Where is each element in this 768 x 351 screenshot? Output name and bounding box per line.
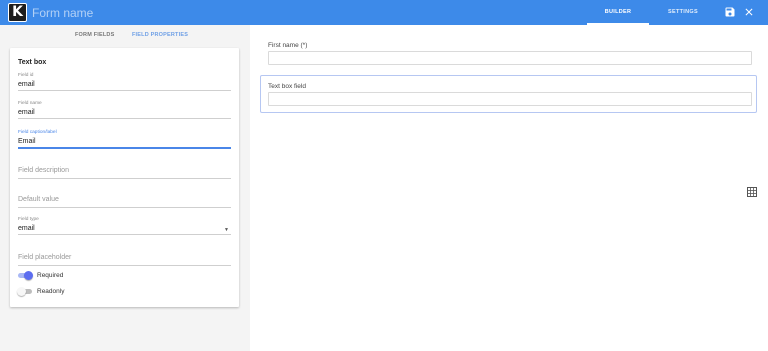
tab-field-properties[interactable]: FIELD PROPERTIES bbox=[132, 32, 188, 42]
dropdown-arrow-icon: ▼ bbox=[224, 227, 229, 233]
field-name-value: email bbox=[18, 109, 35, 116]
field-placeholder-placeholder: Field placeholder bbox=[18, 254, 72, 261]
save-icon[interactable] bbox=[724, 6, 736, 18]
readonly-toggle-knob bbox=[17, 287, 26, 296]
tab-settings-label: SETTINGS bbox=[668, 9, 698, 15]
field-id-input[interactable]: Field id email bbox=[18, 73, 231, 91]
first-name-input[interactable] bbox=[268, 51, 752, 65]
default-value-placeholder: Default value bbox=[18, 196, 59, 203]
field-name-label: Field name bbox=[18, 101, 42, 106]
field-id-underline bbox=[18, 90, 231, 91]
required-label: Required bbox=[37, 272, 64, 279]
field-type-label: Field type bbox=[18, 217, 39, 222]
default-value-input[interactable]: Default value bbox=[18, 195, 231, 208]
field-id-label: Field id bbox=[18, 73, 34, 78]
tab-builder[interactable]: BUILDER bbox=[587, 0, 649, 25]
field-type-underline bbox=[18, 234, 231, 235]
field-type-select[interactable]: Field type email ▼ bbox=[18, 217, 231, 235]
required-toggle-knob bbox=[24, 271, 33, 280]
field-id-value: email bbox=[18, 81, 35, 88]
field-placeholder-underline bbox=[18, 265, 231, 266]
form-name-input[interactable] bbox=[32, 5, 272, 21]
field-caption-label: Field caption/label bbox=[18, 130, 57, 135]
top-app-bar: K BUILDER SETTINGS bbox=[0, 0, 768, 25]
app-logo: K bbox=[8, 3, 27, 22]
left-panel: FORM FIELDS FIELD PROPERTIES Text box Fi… bbox=[0, 25, 250, 351]
form-canvas: First name (*) Text box field bbox=[250, 25, 768, 351]
field-caption-underline bbox=[18, 147, 231, 149]
required-toggle[interactable] bbox=[18, 271, 33, 280]
tab-settings[interactable]: SETTINGS bbox=[655, 0, 711, 25]
readonly-toggle[interactable] bbox=[17, 287, 32, 296]
close-icon[interactable] bbox=[743, 6, 755, 18]
first-name-label: First name (*) bbox=[268, 42, 308, 49]
text-box-field-label: Text box field bbox=[268, 83, 306, 90]
field-placeholder-input[interactable]: Field placeholder bbox=[18, 253, 231, 266]
readonly-label: Readonly bbox=[37, 288, 65, 295]
grid-icon[interactable] bbox=[747, 187, 757, 197]
card-title: Text box bbox=[18, 59, 47, 66]
tab-builder-label: BUILDER bbox=[604, 9, 632, 15]
text-box-field-input[interactable] bbox=[268, 92, 752, 106]
field-name-input[interactable]: Field name email bbox=[18, 101, 231, 119]
tab-form-fields[interactable]: FORM FIELDS bbox=[75, 32, 114, 42]
field-caption-value: Email bbox=[18, 138, 36, 145]
field-properties-card: Text box Field id email Field name email… bbox=[10, 48, 239, 307]
default-value-underline bbox=[18, 207, 231, 208]
field-description-input[interactable]: Field description bbox=[18, 166, 231, 179]
field-type-value: email bbox=[18, 225, 35, 232]
field-description-placeholder: Field description bbox=[18, 167, 69, 174]
field-name-underline bbox=[18, 118, 231, 119]
field-caption-input[interactable]: Field caption/label Email bbox=[18, 130, 231, 149]
field-description-underline bbox=[18, 178, 231, 179]
